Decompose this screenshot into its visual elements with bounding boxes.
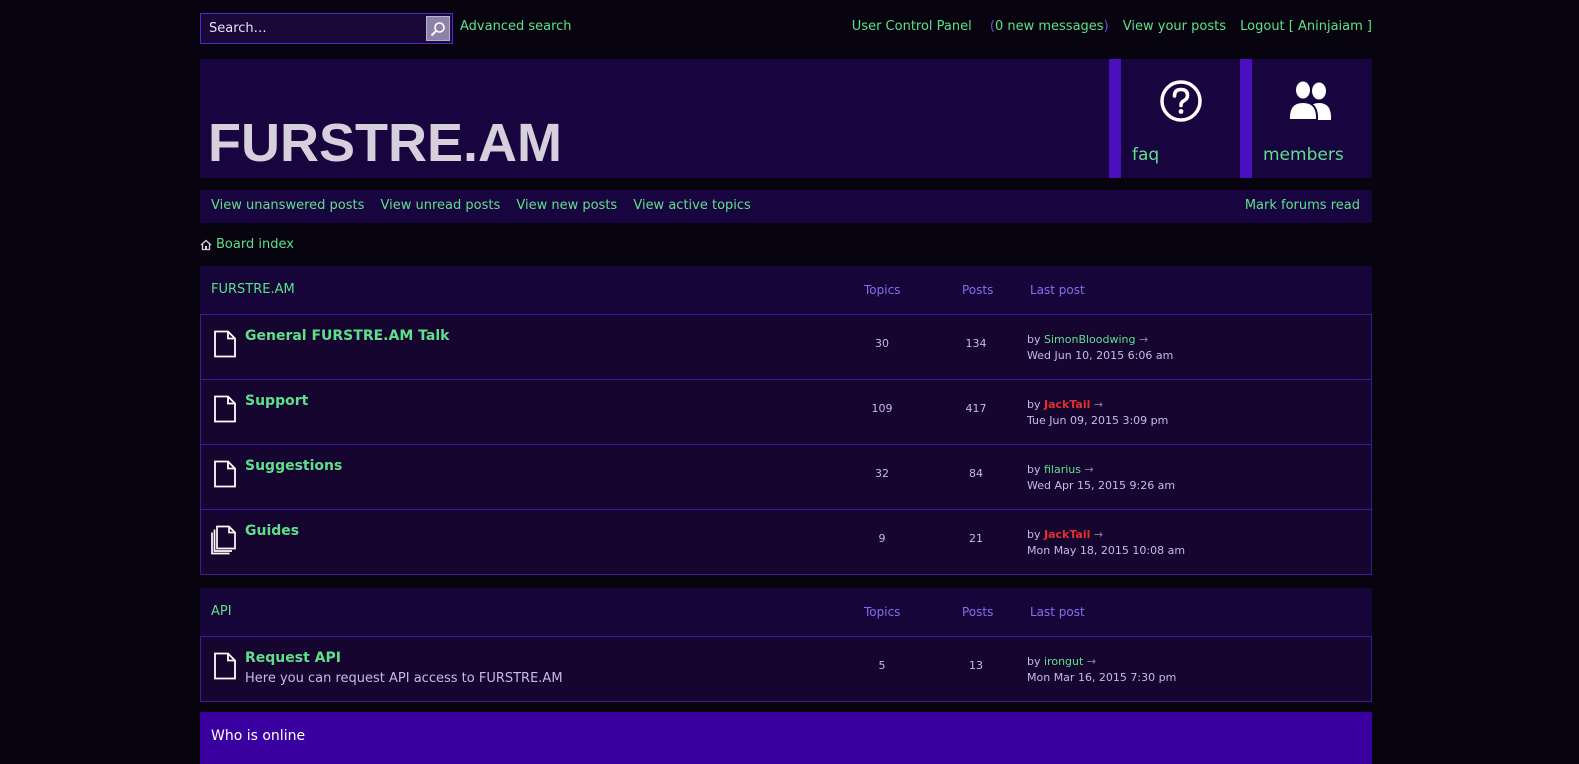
forum-topics-count: 109	[871, 402, 893, 415]
view-active-topics-link[interactable]: View active topics	[633, 198, 750, 213]
who-is-online-bar: Who is online	[200, 712, 1372, 764]
forum-last-post: by JackTail → Mon May 18, 2015 10:08 am	[1027, 527, 1185, 559]
forum-row[interactable]: Request API Here you can request API acc…	[200, 636, 1372, 702]
forum-row[interactable]: Guides 9 21 by JackTail → Mon May 18, 20…	[200, 510, 1372, 575]
last-post-by-label: by	[1027, 463, 1041, 476]
forum-posts-count: 13	[969, 659, 983, 672]
last-post-column-header: Last post	[1030, 283, 1085, 297]
board-index-link[interactable]: Board index	[216, 237, 294, 252]
documents-stack-icon	[211, 525, 236, 555]
site-header: FURSTRE.AM faq members	[200, 59, 1372, 178]
messages-paren-close: )	[1103, 19, 1109, 34]
last-post-author-link[interactable]: JackTail	[1044, 398, 1090, 411]
topics-column-header: Topics	[864, 283, 901, 297]
category-api: API Topics Posts Last post Request API H…	[200, 588, 1372, 702]
last-post-date: Tue Jun 09, 2015 3:09 pm	[1027, 414, 1169, 427]
forum-posts-count: 134	[965, 337, 987, 350]
forum-name-link[interactable]: Request API	[245, 650, 341, 666]
forum-row[interactable]: Support 109 417 by JackTail → Tue Jun 09…	[200, 380, 1372, 445]
new-messages-link[interactable]: 0 new messages	[995, 19, 1104, 34]
faq-label: faq	[1132, 145, 1160, 165]
forum-topics-count: 30	[875, 337, 889, 350]
posts-column-header: Posts	[962, 283, 994, 297]
last-post-column-header: Last post	[1030, 605, 1085, 619]
last-post-date: Mon Mar 16, 2015 7:30 pm	[1027, 671, 1177, 684]
mark-forums-read-link[interactable]: Mark forums read	[1245, 198, 1360, 213]
quick-links-bar: View unanswered posts View unread posts …	[200, 190, 1372, 223]
forum-name-link[interactable]: Guides	[245, 523, 299, 539]
document-icon	[214, 460, 236, 488]
category-header: FURSTRE.AM Topics Posts Last post	[200, 266, 1372, 314]
goto-last-post-icon[interactable]: →	[1094, 398, 1103, 411]
user-menu: User Control Panel (0 new messages) View…	[852, 19, 1372, 34]
last-post-date: Wed Apr 15, 2015 9:26 am	[1027, 479, 1176, 492]
user-control-panel-link[interactable]: User Control Panel	[852, 19, 972, 34]
members-tile[interactable]: members	[1240, 59, 1371, 178]
last-post-by-label: by	[1027, 398, 1041, 411]
top-bar: Advanced search User Control Panel (0 ne…	[200, 13, 1372, 45]
forum-posts-count: 84	[969, 467, 983, 480]
forum-row[interactable]: General FURSTRE.AM Talk 30 134 by SimonB…	[200, 314, 1372, 380]
last-post-author-link[interactable]: filarius	[1044, 463, 1081, 476]
search-input[interactable]	[201, 14, 425, 43]
forum-name-link[interactable]: Support	[245, 393, 308, 409]
forum-description: Here you can request API access to FURST…	[245, 671, 563, 686]
members-label: members	[1263, 145, 1344, 165]
last-post-date: Mon May 18, 2015 10:08 am	[1027, 544, 1186, 557]
forum-row[interactable]: Suggestions 32 84 by filarius → Wed Apr …	[200, 445, 1372, 510]
last-post-author-link[interactable]: SimonBloodwing	[1044, 333, 1136, 346]
last-post-by-label: by	[1027, 528, 1041, 541]
site-title[interactable]: FURSTRE.AM	[208, 111, 562, 175]
help-icon	[1160, 80, 1202, 122]
view-unread-posts-link[interactable]: View unread posts	[381, 198, 501, 213]
document-icon	[214, 330, 236, 358]
category-furstream: FURSTRE.AM Topics Posts Last post Genera…	[200, 266, 1372, 575]
search-button[interactable]	[426, 16, 450, 41]
last-post-date: Wed Jun 10, 2015 6:06 am	[1027, 349, 1174, 362]
forum-name-link[interactable]: Suggestions	[245, 458, 342, 474]
forum-topics-count: 5	[878, 659, 886, 672]
faq-tile[interactable]: faq	[1109, 59, 1240, 178]
forum-posts-count: 417	[965, 402, 987, 415]
goto-last-post-icon[interactable]: →	[1085, 463, 1094, 476]
view-unanswered-posts-link[interactable]: View unanswered posts	[211, 198, 364, 213]
advanced-search-link[interactable]: Advanced search	[460, 19, 572, 34]
forum-topics-count: 9	[878, 532, 886, 545]
forum-name-link[interactable]: General FURSTRE.AM Talk	[245, 328, 449, 344]
goto-last-post-icon[interactable]: →	[1094, 528, 1103, 541]
search-icon	[430, 21, 445, 36]
last-post-by-label: by	[1027, 333, 1041, 346]
forum-last-post: by irongut → Mon Mar 16, 2015 7:30 pm	[1027, 654, 1176, 686]
document-icon	[214, 652, 236, 680]
topics-column-header: Topics	[864, 605, 901, 619]
category-title-link[interactable]: API	[211, 604, 232, 619]
forum-topics-count: 32	[875, 467, 889, 480]
view-new-posts-link[interactable]: View new posts	[516, 198, 617, 213]
home-icon	[200, 239, 212, 250]
forum-last-post: by JackTail → Tue Jun 09, 2015 3:09 pm	[1027, 397, 1168, 429]
last-post-author-link[interactable]: irongut	[1044, 655, 1083, 668]
forum-last-post: by filarius → Wed Apr 15, 2015 9:26 am	[1027, 462, 1175, 494]
last-post-author-link[interactable]: JackTail	[1044, 528, 1090, 541]
goto-last-post-icon[interactable]: →	[1139, 333, 1148, 346]
logout-link[interactable]: Logout [ Aninjaiam ]	[1240, 19, 1372, 34]
members-icon	[1287, 79, 1332, 121]
goto-last-post-icon[interactable]: →	[1087, 655, 1096, 668]
who-is-online-title: Who is online	[211, 728, 306, 744]
document-icon	[214, 395, 236, 423]
posts-column-header: Posts	[962, 605, 994, 619]
forum-last-post: by SimonBloodwing → Wed Jun 10, 2015 6:0…	[1027, 332, 1173, 364]
category-title-link[interactable]: FURSTRE.AM	[211, 282, 295, 297]
breadcrumb: Board index	[200, 237, 294, 252]
search-box	[200, 13, 453, 44]
forum-posts-count: 21	[969, 532, 983, 545]
view-your-posts-link[interactable]: View your posts	[1123, 19, 1226, 34]
category-header: API Topics Posts Last post	[200, 588, 1372, 636]
last-post-by-label: by	[1027, 655, 1041, 668]
